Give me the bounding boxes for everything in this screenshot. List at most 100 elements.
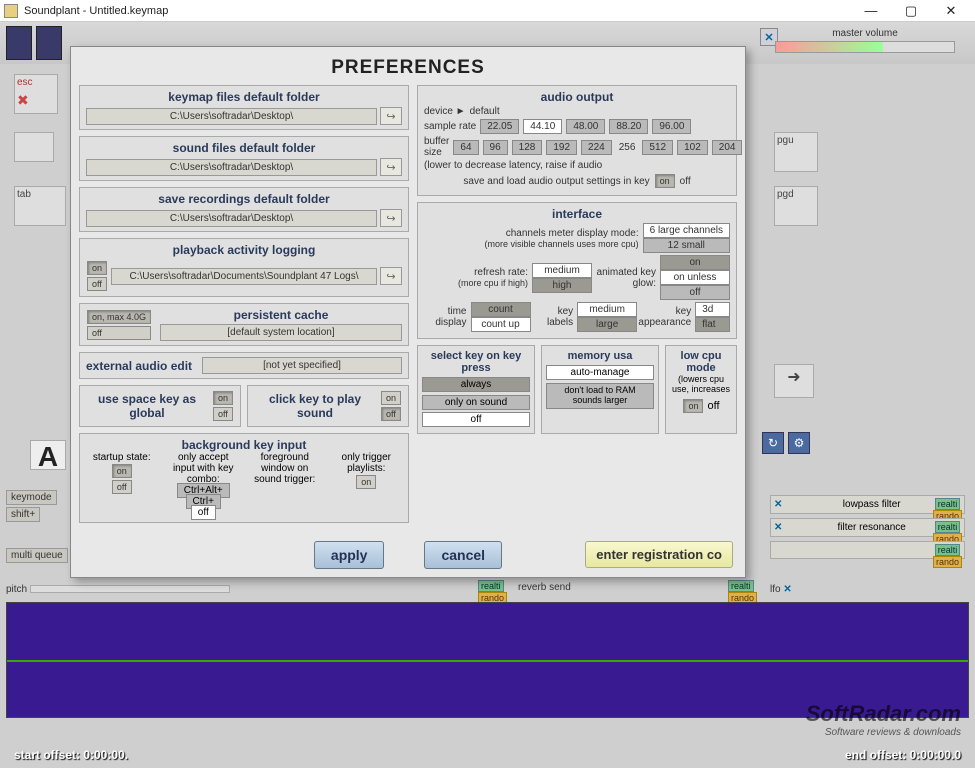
buf-512[interactable]: 512 xyxy=(642,140,673,155)
sound-folder-panel: sound files default folder C:\Users\soft… xyxy=(79,136,409,181)
time-countup[interactable]: count up xyxy=(471,317,531,332)
register-button[interactable]: enter registration co xyxy=(585,541,733,568)
space-off[interactable]: off xyxy=(213,407,233,421)
logging-on[interactable]: on xyxy=(87,261,107,275)
sr-88[interactable]: 88.20 xyxy=(609,119,648,134)
glow-on[interactable]: on xyxy=(660,255,730,270)
logging-path[interactable]: C:\Users\softradar\Documents\Soundplant … xyxy=(111,268,377,285)
lowpass-row[interactable]: ✕ lowpass filter realtirando xyxy=(770,495,965,514)
close-button[interactable]: ✕ xyxy=(931,1,971,21)
ka-3d[interactable]: 3d xyxy=(695,302,730,317)
logging-off[interactable]: off xyxy=(87,277,107,291)
audio-title: audio output xyxy=(424,90,730,104)
bg-startup-off[interactable]: off xyxy=(112,480,132,494)
bg-trigger-on[interactable]: on xyxy=(356,475,376,489)
resonance-row[interactable]: ✕ filter resonance realtirando xyxy=(770,518,965,537)
maximize-button[interactable]: ▢ xyxy=(891,1,931,21)
bg-combo-off[interactable]: off xyxy=(191,505,216,520)
channels-6large[interactable]: 6 large channels xyxy=(643,223,730,238)
kl-large[interactable]: large xyxy=(577,317,637,332)
buf-256[interactable]: 256 xyxy=(616,142,639,153)
save-audio-on[interactable]: on xyxy=(655,174,675,188)
lowcpu-on[interactable]: on xyxy=(683,399,703,413)
device-value[interactable]: default xyxy=(470,106,500,117)
toolbar-btn-1[interactable] xyxy=(6,26,32,60)
master-volume[interactable]: master volume xyxy=(775,28,955,53)
key-pgu[interactable]: pgu xyxy=(774,132,818,172)
master-volume-label: master volume xyxy=(775,28,955,39)
refresh-med[interactable]: medium xyxy=(532,263,592,278)
selectkey-always[interactable]: always xyxy=(422,377,530,392)
sr-22[interactable]: 22.05 xyxy=(480,119,519,134)
mem-auto[interactable]: auto-manage xyxy=(546,365,654,380)
save-audio-off[interactable]: off xyxy=(680,176,691,187)
sound-folder-path[interactable]: C:\Users\softradar\Desktop\ xyxy=(86,159,377,176)
buf-192[interactable]: 192 xyxy=(546,140,577,155)
window-titlebar: Soundplant - Untitled.keymap — ▢ ✕ xyxy=(0,0,975,22)
buf-64[interactable]: 64 xyxy=(453,140,478,155)
mem-dont[interactable]: don't load to RAM sounds larger xyxy=(546,383,654,409)
glow-off[interactable]: off xyxy=(660,285,730,300)
pitch-slider[interactable] xyxy=(30,585,230,593)
apply-button[interactable]: apply xyxy=(314,541,385,569)
logging-browse-icon[interactable]: ↪ xyxy=(380,267,402,285)
buf-128[interactable]: 128 xyxy=(512,140,543,155)
kl-med[interactable]: medium xyxy=(577,302,637,317)
channels-label: channels meter display mode: xyxy=(424,228,639,239)
space-on[interactable]: on xyxy=(213,391,233,405)
keymode-label[interactable]: keymode xyxy=(6,490,57,505)
cache-location[interactable]: [default system location] xyxy=(160,324,402,341)
key-pgd[interactable]: pgd xyxy=(774,186,818,226)
keymap-browse-icon[interactable]: ↪ xyxy=(380,107,402,125)
cache-off[interactable]: off xyxy=(87,326,151,340)
save-audio-label: save and load audio output settings in k… xyxy=(463,176,649,187)
space-key-panel: use space key as global on off xyxy=(79,385,241,427)
channels-note: (more visible channels uses more cpu) xyxy=(424,239,639,249)
space-key-title: use space key as global xyxy=(86,392,208,420)
click-on[interactable]: on xyxy=(381,391,401,405)
buf-2048[interactable]: 204 xyxy=(712,140,743,155)
key-blank1[interactable] xyxy=(14,132,54,162)
ka-flat[interactable]: flat xyxy=(695,317,730,332)
bg-startup-on[interactable]: on xyxy=(112,464,132,478)
logging-title: playback activity logging xyxy=(86,243,402,257)
lowcpu-off[interactable]: off xyxy=(708,400,720,412)
filter-row-3[interactable]: realtirando xyxy=(770,541,965,559)
sr-48[interactable]: 48.00 xyxy=(566,119,605,134)
sr-44[interactable]: 44.10 xyxy=(523,119,562,134)
selectkey-off[interactable]: off xyxy=(422,412,530,427)
key-tab[interactable]: tab xyxy=(14,186,66,226)
refresh-icon[interactable]: ↻ xyxy=(762,432,784,454)
keymap-folder-path[interactable]: C:\Users\softradar\Desktop\ xyxy=(86,108,377,125)
buf-note: (lower to decrease latency, raise if aud… xyxy=(424,160,730,171)
buf-96[interactable]: 96 xyxy=(483,140,508,155)
toolbar-btn-2[interactable] xyxy=(36,26,62,60)
realti-chip-1[interactable]: realti xyxy=(478,580,504,592)
recordings-folder-path[interactable]: C:\Users\softradar\Desktop\ xyxy=(86,210,377,227)
refresh-high[interactable]: high xyxy=(532,278,592,293)
click-off[interactable]: off xyxy=(381,407,401,421)
cancel-button[interactable]: cancel xyxy=(424,541,502,569)
settings-icon[interactable]: ⚙ xyxy=(788,432,810,454)
glow-unless[interactable]: on unless xyxy=(660,270,730,285)
key-arrow[interactable]: ➜ xyxy=(774,364,814,398)
realti-chip-2[interactable]: realti xyxy=(728,580,754,592)
multiqueue-label[interactable]: multi queue xyxy=(6,548,68,563)
preferences-modal: PREFERENCES keymap files default folder … xyxy=(70,46,746,578)
channels-12small[interactable]: 12 small xyxy=(643,238,730,253)
key-esc[interactable]: esc✖ xyxy=(14,74,58,114)
selectkey-onlysound[interactable]: only on sound xyxy=(422,395,530,410)
sr-96[interactable]: 96.00 xyxy=(652,119,691,134)
click-key-panel: click key to play sound onoff xyxy=(247,385,409,427)
shift-label[interactable]: shift+ xyxy=(6,507,40,522)
buf-224[interactable]: 224 xyxy=(581,140,612,155)
time-count[interactable]: count xyxy=(471,302,531,317)
minimize-button[interactable]: — xyxy=(851,1,891,21)
external-edit-value[interactable]: [not yet specified] xyxy=(202,357,402,374)
cache-on[interactable]: on, max 4.0G xyxy=(87,310,151,324)
master-volume-bar[interactable] xyxy=(775,41,955,53)
sound-browse-icon[interactable]: ↪ xyxy=(380,158,402,176)
buf-1024[interactable]: 102 xyxy=(677,140,708,155)
recordings-browse-icon[interactable]: ↪ xyxy=(380,209,402,227)
cache-title: persistent cache xyxy=(160,308,402,322)
